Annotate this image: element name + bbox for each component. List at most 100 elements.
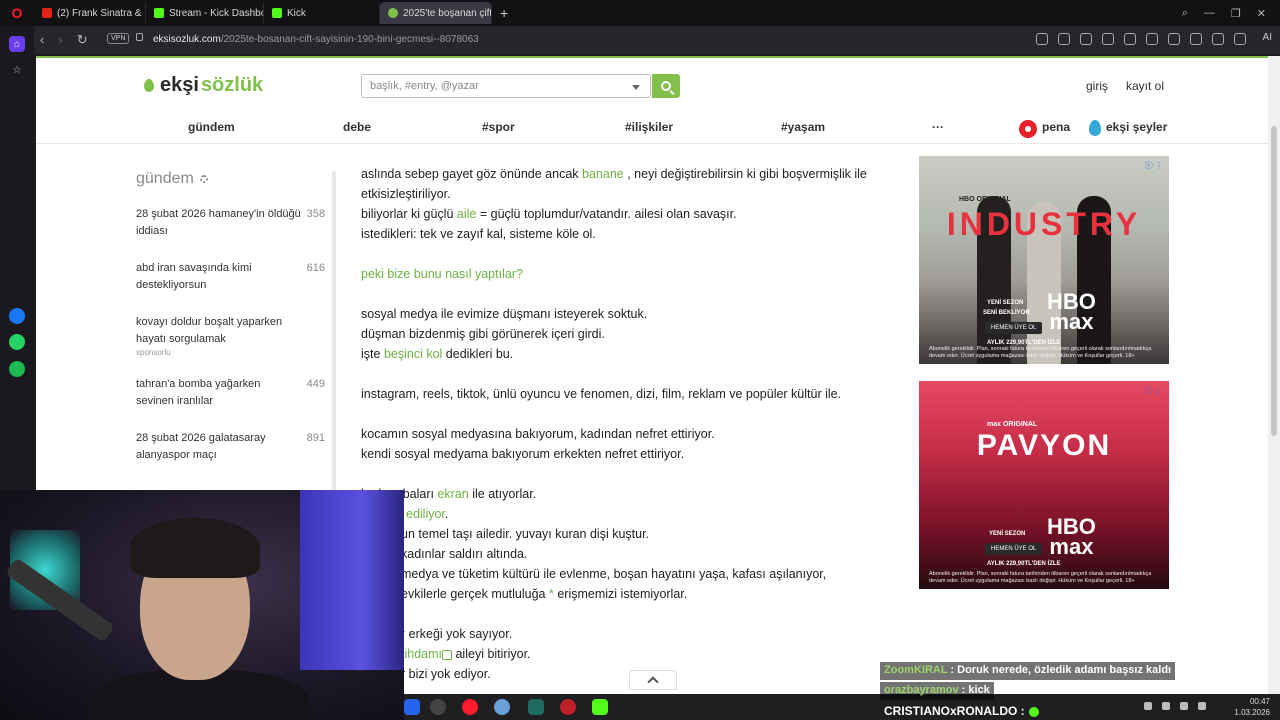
maximize-icon[interactable]: ❐: [1231, 7, 1241, 20]
list-item[interactable]: 28 şubat 2026 hamaney'in öldüğü iddiası 3…: [136, 206, 331, 240]
gundem-sidebar: gündem 28 şubat 2026 hamaney'in öldüğü i…: [136, 170, 336, 461]
download-icon[interactable]: [1190, 33, 1202, 45]
nav-pena[interactable]: pena: [1042, 120, 1070, 134]
reload-icon[interactable]: ↻: [77, 32, 88, 48]
tab-label: Stream - Kick Dashboard: [169, 7, 263, 19]
heart-icon[interactable]: [1168, 33, 1180, 45]
search-page-icon[interactable]: [1036, 33, 1048, 45]
scrollbar-thumb[interactable]: [1271, 126, 1277, 436]
taskbar-app-icon[interactable]: [560, 699, 576, 715]
messenger-icon[interactable]: [9, 308, 25, 324]
webcam-overlay: [0, 490, 404, 720]
nav-yasam[interactable]: #yaşam: [781, 120, 825, 134]
ad-cta-button[interactable]: HEMEN ÜYE OL: [985, 322, 1043, 334]
opera-logo-icon[interactable]: O: [0, 0, 34, 26]
vpn-badge[interactable]: VPN: [107, 33, 130, 44]
kick-taskbar-icon[interactable]: [592, 699, 608, 715]
site-logo[interactable]: ekşi sözlük: [144, 74, 263, 97]
search-input[interactable]: başlık, #entry, @yazar: [361, 74, 651, 98]
sidebar-scrollbar[interactable]: [332, 171, 336, 491]
menu-icon[interactable]: [1212, 33, 1224, 45]
taskbar-app-icon[interactable]: [404, 699, 420, 715]
forward-icon[interactable]: ›: [58, 32, 62, 48]
ad-info-icon[interactable]: ⓘ ⋮: [1145, 160, 1163, 171]
bkz-link[interactable]: beşinci kol: [384, 347, 442, 361]
taskbar-app-icon[interactable]: [494, 699, 510, 715]
gear-icon[interactable]: [199, 175, 208, 183]
login-link[interactable]: giriş: [1086, 79, 1108, 93]
tab-kick-dashboard[interactable]: Stream - Kick Dashboard: [146, 2, 264, 24]
external-link-icon[interactable]: [442, 649, 452, 660]
entry-content: aslında sebep gayet göz önünde ancak ban…: [361, 164, 891, 684]
scroll-top-button[interactable]: [629, 670, 677, 690]
ad-info-icon[interactable]: ⓘ ⋮: [1145, 385, 1163, 396]
gundem-title: gündem: [136, 170, 336, 188]
list-item[interactable]: kovayı doldur boşalt yaparken hayatı sor…: [136, 314, 331, 358]
search-button[interactable]: [652, 74, 680, 98]
nav-gundem[interactable]: gündem: [188, 120, 235, 134]
play-icon[interactable]: [1124, 33, 1136, 45]
taskbar-app-icon[interactable]: [528, 699, 544, 715]
whatsapp-icon[interactable]: [9, 334, 25, 350]
top-nav: gündem debe #spor #ilişkiler #yaşam ··· …: [36, 116, 1268, 144]
nav-iliskiler[interactable]: #ilişkiler: [625, 120, 673, 134]
register-link[interactable]: kayıt ol: [1126, 79, 1164, 93]
chat-message: CRISTIANOxRONALDO :: [880, 702, 1043, 720]
bkz-link[interactable]: tihdamı: [401, 647, 442, 661]
asterisk-link[interactable]: *: [549, 587, 554, 601]
lock-icon[interactable]: [136, 33, 143, 41]
kick-emote-icon: [1028, 706, 1039, 717]
page-scrollbar[interactable]: [1268, 56, 1280, 720]
tab-label: 2025'te boşanan çift sayısı...: [403, 7, 492, 19]
nav-eksi-seyler[interactable]: ekşi şeyler: [1106, 120, 1167, 134]
send-icon[interactable]: [1146, 33, 1158, 45]
kick-icon: [272, 8, 282, 18]
list-item[interactable]: abd iran savaşında kimi destekliyorsun 61…: [136, 260, 331, 294]
nav-debe[interactable]: debe: [343, 120, 371, 134]
new-tab-button[interactable]: +: [492, 5, 516, 21]
bkz-link[interactable]: banane: [582, 167, 624, 181]
ad-title: INDUSTRY: [946, 206, 1142, 242]
list-item[interactable]: 28 şubat 2026 galatasaray alanyaspor maç…: [136, 430, 331, 464]
tab-kick[interactable]: Kick: [264, 2, 380, 24]
ad-banner-industry[interactable]: ⓘ ⋮ HBO ORIGINAL INDUSTRY YENİ SEZON SEN…: [919, 156, 1169, 364]
nav-spor[interactable]: #spor: [482, 120, 515, 134]
lens-icon[interactable]: [1058, 33, 1070, 45]
shield-icon[interactable]: [1102, 33, 1114, 45]
spotify-icon[interactable]: [9, 361, 25, 377]
bkz-link[interactable]: ediliyor: [406, 507, 445, 521]
star-icon[interactable]: ☆: [9, 62, 25, 78]
tab-youtube[interactable]: (2) Frank Sinatra & Nat K...: [34, 2, 146, 24]
browser-tab-bar: O (2) Frank Sinatra & Nat K... Stream - …: [0, 0, 1280, 26]
sponsored-label: sponsorlu: [136, 348, 171, 357]
minimize-icon[interactable]: —: [1204, 7, 1215, 19]
back-icon[interactable]: ‹: [40, 32, 44, 48]
taskbar-app-icon[interactable]: [430, 699, 446, 715]
ad-banner-pavyon[interactable]: ⓘ ⋮ max ORIGINAL PAVYON YENİ SEZON HEMEN…: [919, 381, 1169, 589]
bkz-link[interactable]: peki bize bunu nasıl yaptılar?: [361, 264, 891, 284]
search-icon: [661, 81, 671, 91]
tab-label: Kick: [287, 7, 306, 19]
list-item[interactable]: tahran'a bomba yağarken sevinen iranlıla…: [136, 376, 331, 410]
caret-down-icon[interactable]: [632, 85, 640, 90]
ad-cta-button[interactable]: HEMEN ÜYE OL: [985, 543, 1043, 555]
bkz-link[interactable]: ekran: [437, 487, 468, 501]
youtube-icon: [42, 8, 52, 18]
opera-taskbar-icon[interactable]: [462, 699, 478, 715]
tab-eksisozluk[interactable]: 2025'te boşanan çift sayısı...: [380, 2, 492, 24]
camera-icon[interactable]: [1080, 33, 1092, 45]
tab-label: (2) Frank Sinatra & Nat K...: [57, 7, 145, 19]
chat-message: ZoomKIRAL : Doruk nerede, özledik adamı …: [880, 662, 1176, 680]
chevron-up-icon: [647, 676, 659, 688]
nav-more[interactable]: ···: [932, 120, 944, 134]
search-tabs-icon[interactable]: ⌕: [1182, 7, 1188, 20]
url-field[interactable]: eksisozluk.com/2025te-bosanan-cift-sayis…: [153, 34, 479, 45]
bkz-link[interactable]: aile: [457, 207, 476, 221]
pena-icon: [1019, 120, 1037, 138]
profile-icon[interactable]: [1234, 33, 1246, 45]
chat-message: orazbayramov : kick: [880, 682, 994, 700]
address-bar-row: ‹ › ↻ VPN eksisozluk.com/2025te-bosanan-…: [0, 26, 1280, 54]
home-icon[interactable]: ⌂: [9, 36, 25, 52]
close-window-icon[interactable]: ✕: [1257, 7, 1266, 20]
ai-button[interactable]: AI: [1263, 32, 1272, 43]
